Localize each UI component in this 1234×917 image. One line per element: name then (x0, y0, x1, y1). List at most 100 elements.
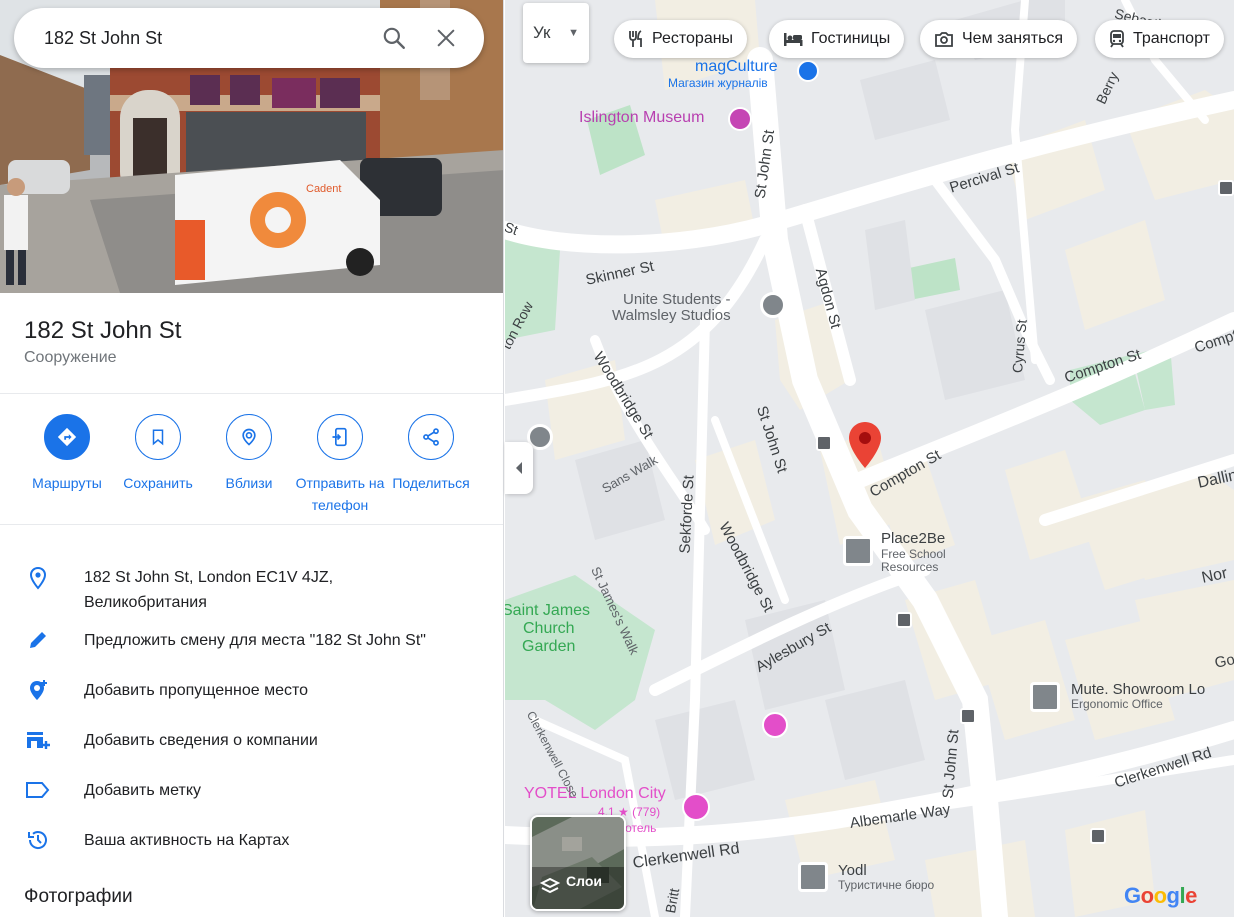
restaurant-icon (629, 30, 642, 47)
chip-transit-label: Транспорт (1133, 30, 1210, 47)
st-james-garden-label-3: Garden (522, 638, 576, 655)
search-box (14, 8, 484, 68)
residence-poi-icon[interactable] (760, 292, 786, 318)
address-text: 182 St John St, London EC1V 4JZ, Великоб… (84, 565, 484, 615)
send-to-phone-circle (317, 414, 363, 460)
shopping-bag-icon[interactable] (797, 60, 819, 82)
map-canvas[interactable]: magCulture Магазин журналів Islington Mu… (505, 0, 1234, 917)
share-circle (408, 414, 454, 460)
hotel-icon (784, 33, 803, 46)
bookmark-icon (152, 429, 164, 446)
nearby-button[interactable]: Вблизи (204, 414, 294, 494)
suggest-edit-row[interactable]: Предложить смену для места "182 St John … (0, 626, 503, 656)
directions-button[interactable]: Маршруты (22, 414, 112, 494)
history-icon (24, 826, 52, 854)
pencil-icon (24, 626, 52, 654)
bus-stop-icon[interactable] (1218, 180, 1234, 196)
st-james-garden-label-1[interactable]: Saint James (505, 602, 590, 620)
close-icon (437, 29, 455, 47)
nearby-icon (242, 428, 256, 446)
save-button[interactable]: Сохранить (113, 414, 203, 494)
place-marker-icon[interactable] (848, 422, 882, 470)
layers-label: Слои (566, 873, 602, 889)
place2be-label[interactable]: Place2Be (881, 530, 945, 547)
directions-circle (44, 414, 90, 460)
search-icon (383, 27, 405, 49)
mute-showroom-label[interactable]: Mute. Showroom Lo (1071, 681, 1205, 698)
maps-activity-row[interactable]: Ваша активность на Картах (0, 826, 503, 856)
camera-icon (935, 32, 953, 47)
send-to-phone-icon (332, 427, 347, 447)
add-location-icon (24, 676, 52, 704)
chip-hotels-label: Гостиницы (811, 30, 891, 47)
photos-heading: Фотографии (24, 886, 133, 907)
chevron-left-icon (516, 462, 522, 474)
yodl-sublabel: Туристичне бюро (838, 878, 935, 892)
add-missing-place-row[interactable]: Добавить пропущенное место (0, 676, 503, 706)
action-buttons: Маршруты Сохранить Вблизи Отправить на т… (0, 394, 503, 525)
chip-things-to-do[interactable]: Чем заняться (920, 20, 1078, 58)
magculture-label[interactable]: magCulture (695, 58, 778, 76)
address-line-2: Великобритания (84, 594, 207, 611)
van-brand: Cadent (306, 183, 341, 195)
chevron-down-icon: ▼ (568, 27, 579, 39)
chip-restaurants[interactable]: Рестораны (614, 20, 748, 58)
layers-button[interactable]: Слои (530, 815, 626, 911)
place-panel: Cadent 182 St John St Сооружение Маршрут… (0, 0, 504, 917)
map-language-switch[interactable]: Ук ▼ (523, 3, 589, 63)
add-label-text: Добавить метку (84, 782, 202, 799)
language-label: Ук (533, 23, 551, 42)
magculture-sublabel: Магазин журналів (668, 76, 768, 90)
yotel-reviews: (779) (632, 805, 661, 819)
chip-things-to-do-label: Чем заняться (962, 30, 1064, 47)
directions-label: Маршруты (32, 475, 102, 491)
bus-stop-icon[interactable] (1090, 828, 1106, 844)
yotel-label[interactable]: YOTEL London City (524, 785, 666, 803)
yotel-hotel-icon[interactable] (682, 793, 710, 821)
place2be-sublabel-1: Free School (881, 547, 946, 561)
search-input[interactable] (44, 27, 362, 49)
send-to-phone-label: Отправить на телефон (295, 475, 385, 513)
yotel-sublabel: готель (621, 821, 657, 835)
share-icon (423, 428, 439, 446)
transit-icon (1110, 30, 1124, 48)
suggest-edit-text: Предложить смену для места "182 St John … (84, 632, 426, 649)
location-pin-icon (24, 564, 52, 592)
hotel-poi-icon[interactable] (762, 712, 788, 738)
place-header: 182 St John St Сооружение (0, 293, 503, 394)
museum-icon[interactable] (728, 107, 752, 131)
chip-hotels[interactable]: Гостиницы (769, 20, 905, 58)
unite-students-label-2: Walmsley Studios (612, 307, 731, 324)
collapse-panel-button[interactable] (505, 442, 533, 494)
bus-stop-icon[interactable] (960, 708, 976, 724)
add-label-row[interactable]: Добавить метку (0, 776, 503, 806)
share-button[interactable]: Поделиться (386, 414, 476, 494)
chip-transit[interactable]: Транспорт (1095, 20, 1224, 58)
place2be-poi-icon[interactable] (843, 536, 873, 566)
place-title: 182 St John St (24, 317, 182, 344)
unite-students-label-1[interactable]: Unite Students - (623, 291, 731, 308)
st-james-garden-label-2: Church (523, 620, 575, 637)
yodl-label[interactable]: Yodl (838, 862, 867, 879)
clear-search-button[interactable] (426, 18, 466, 58)
add-business-icon (24, 726, 52, 754)
send-to-phone-button[interactable]: Отправить на телефон (295, 414, 385, 516)
save-circle (135, 414, 181, 460)
islington-museum-label[interactable]: Islington Museum (579, 109, 704, 127)
address-line-1: 182 St John St, London EC1V 4JZ, (84, 569, 334, 586)
add-business-text: Добавить сведения о компании (84, 732, 318, 749)
maps-activity-text: Ваша активность на Картах (84, 832, 290, 849)
address-row[interactable]: 182 St John St, London EC1V 4JZ, Великоб… (0, 555, 503, 611)
save-label: Сохранить (123, 475, 193, 491)
travel-agency-poi-icon[interactable] (798, 862, 828, 892)
google-logo: Google (1124, 883, 1197, 908)
place-category: Сооружение (24, 349, 117, 366)
label-icon (24, 776, 52, 804)
showroom-poi-icon[interactable] (1030, 682, 1060, 712)
add-business-row[interactable]: Добавить сведения о компании (0, 726, 503, 756)
search-button[interactable] (374, 18, 414, 58)
nearby-circle (226, 414, 272, 460)
bus-stop-icon[interactable] (816, 435, 832, 451)
bus-stop-icon[interactable] (896, 612, 912, 628)
satellite-thumbnail (532, 817, 624, 909)
